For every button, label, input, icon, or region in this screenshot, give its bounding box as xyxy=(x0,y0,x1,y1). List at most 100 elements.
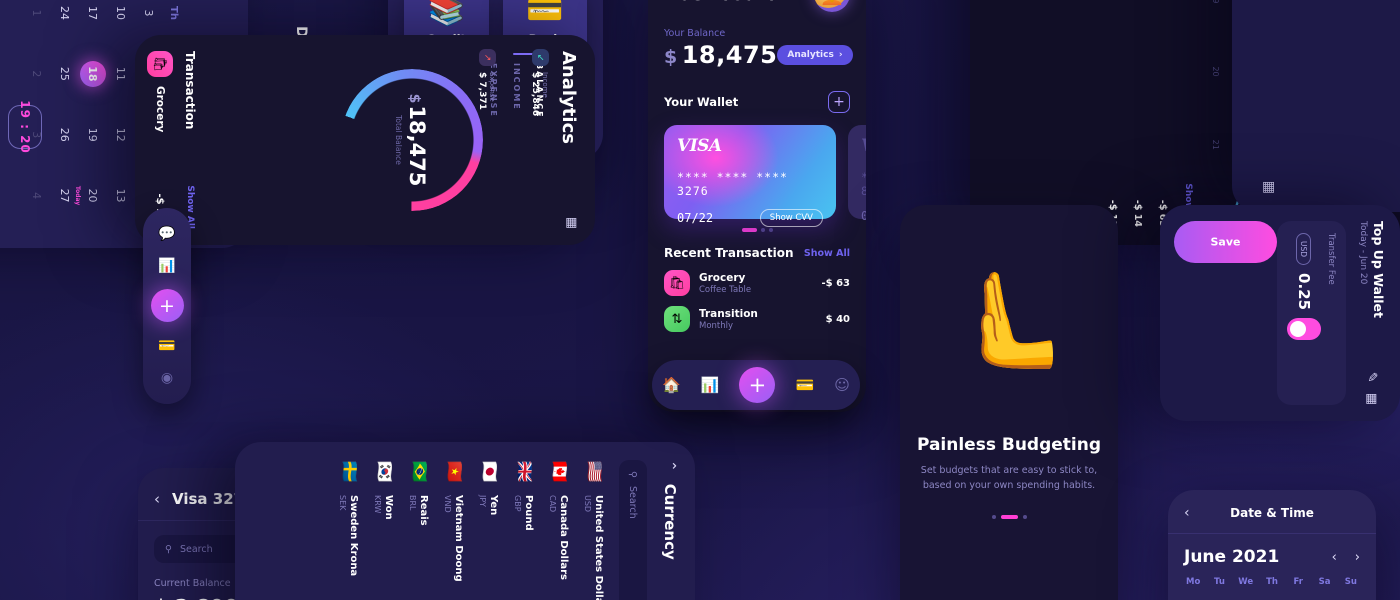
add-card-button[interactable]: + xyxy=(828,91,850,113)
transaction-list[interactable]: Coffee Table-$ 63Carton Pack-$ 14Cardsto… xyxy=(1100,0,1175,227)
currency-code-pill[interactable]: USD xyxy=(1296,233,1312,266)
currency-name: Canada Dollars xyxy=(558,495,569,580)
calendar-day-number: 19 xyxy=(86,127,100,142)
currency-name: Vietnam Doong xyxy=(453,495,464,582)
chevron-left-icon[interactable]: ‹ xyxy=(1332,550,1337,565)
chat-icon[interactable]: 💬 xyxy=(158,226,175,242)
calendar-day-number: 25 xyxy=(58,66,72,81)
visa-card-secondary[interactable]: VISA **** **** **** 8891 07/24 xyxy=(848,125,866,223)
calendar-day[interactable]: 27 xyxy=(52,165,78,226)
wallet-card-carousel[interactable]: VISA **** **** **** 3276 07/22 Show CVV … xyxy=(664,125,866,227)
calendar-day[interactable]: 20 Today xyxy=(74,165,106,226)
calendar-day[interactable]: 25 xyxy=(52,43,78,104)
table-row[interactable]: Coffee Table-$ 63 xyxy=(1150,0,1175,227)
stats-icon[interactable]: 📊 xyxy=(701,376,720,394)
datetime-month: June 2021 xyxy=(1184,547,1280,567)
fee-toggle[interactable] xyxy=(1287,318,1321,341)
list-item[interactable]: 🇸🇪 Sweden Krona SEK xyxy=(331,460,366,600)
card-icon[interactable]: ▦ xyxy=(1261,181,1277,194)
dot[interactable] xyxy=(991,515,996,520)
dot[interactable] xyxy=(760,228,765,232)
search-input[interactable]: ⚲ Search xyxy=(619,460,647,600)
table-row[interactable]: Carton Pack-$ 14 xyxy=(1125,0,1150,227)
chevron-up-icon[interactable]: ⌃ xyxy=(662,460,678,472)
topup-title: Top Up Wallet xyxy=(1371,221,1386,319)
stats-icon[interactable]: 📊 xyxy=(158,258,175,274)
save-button[interactable]: Save xyxy=(1174,221,1277,263)
onboarding-dots[interactable] xyxy=(900,515,1118,520)
avatar[interactable]: 👱 xyxy=(814,0,850,12)
calendar-day[interactable]: 19 xyxy=(80,104,106,165)
calendar-day[interactable]: 17 xyxy=(80,0,106,43)
edit-icon[interactable]: ✎ xyxy=(1365,372,1380,383)
calendar-day[interactable]: 12 xyxy=(108,104,134,165)
list-item[interactable]: 🇧🇷 Reais BRL xyxy=(401,460,436,600)
currency-symbol: $ xyxy=(664,46,678,68)
add-icon[interactable]: + xyxy=(739,367,776,403)
list-item[interactable]: 🇬🇧 Pound GBP xyxy=(506,460,541,600)
analytics-title: Analytics xyxy=(558,51,579,144)
save-button-label: Save xyxy=(1210,235,1241,249)
dot[interactable] xyxy=(768,228,773,232)
chevron-right-icon[interactable]: › xyxy=(1355,550,1360,565)
visa-card-primary[interactable]: VISA **** **** **** 3276 07/22 Show CVV xyxy=(664,125,836,227)
calendar-day[interactable]: 18 xyxy=(80,43,106,104)
wallet-label: Your Wallet xyxy=(664,95,739,109)
flag-icon: 🇰🇷 xyxy=(374,461,394,483)
profile-icon[interactable]: ☺ xyxy=(834,376,850,394)
list-item[interactable]: 🇺🇸 United States Dollar USD xyxy=(576,460,611,600)
table-row[interactable]: Cardstock-$ 11 xyxy=(1100,0,1125,227)
show-cvv-button[interactable]: Show CVV xyxy=(759,209,823,227)
calendar-day[interactable]: 13 xyxy=(108,165,134,226)
carousel-dots[interactable] xyxy=(664,228,850,232)
calendar-day[interactable]: 24 xyxy=(52,0,78,43)
show-all-link[interactable]: Show All xyxy=(804,248,850,259)
currency-title: Currency xyxy=(661,483,679,560)
transaction-name: Grocery xyxy=(699,271,746,284)
wallet-icon[interactable]: 💳 xyxy=(158,338,175,354)
currency-name: Reais xyxy=(418,495,429,526)
flag-icon: 🇻🇳 xyxy=(444,461,464,483)
calendar-day[interactable]: 1 xyxy=(24,0,50,43)
dot[interactable] xyxy=(1022,515,1027,520)
currency-list[interactable]: 🇺🇸 United States Dollar USD 🇨🇦 Canada Dollar… xyxy=(331,460,611,600)
search-placeholder: Search xyxy=(179,543,213,555)
flag-icon: 🇯🇵 xyxy=(479,461,499,483)
table-row[interactable]: ⇅ Transition Monthly $ 40 xyxy=(664,306,850,332)
toggle-icon[interactable]: ◉ xyxy=(161,370,173,386)
calendar-day[interactable]: 10 xyxy=(108,0,134,43)
flag-icon: 🇨🇦 xyxy=(549,461,569,483)
dot-active[interactable] xyxy=(1000,515,1018,520)
list-item[interactable]: 🇯🇵 Yen JPY xyxy=(471,460,506,600)
calendar-day[interactable]: 11 xyxy=(108,43,134,104)
table-row[interactable]: 🛍 Grocery Coffee Table -$ 63 xyxy=(664,270,850,296)
chevron-left-icon[interactable]: ‹ xyxy=(154,490,160,508)
time-chip[interactable]: 19 : 20 xyxy=(8,100,42,154)
balance-amount: $18,475 xyxy=(664,41,777,69)
wallet-icon[interactable]: 💳 xyxy=(796,376,815,394)
table-row[interactable]: 🛍 Grocery -$ 190 xyxy=(147,51,173,229)
datetime-dow: Th xyxy=(1266,577,1278,587)
chevron-left-icon[interactable]: ‹ xyxy=(1184,505,1190,521)
transaction-name: Transition xyxy=(699,307,758,320)
transaction-name: Grocery xyxy=(154,86,166,133)
list-item[interactable]: 🇨🇦 Canada Dollars CAD xyxy=(541,460,576,600)
side-nav-rail[interactable]: 💬 📊 + 💳 ◉ xyxy=(143,208,191,404)
home-icon[interactable]: 🏠 xyxy=(662,376,681,394)
add-icon[interactable]: + xyxy=(150,289,184,323)
calendar-day[interactable]: 4 xyxy=(24,165,50,226)
calendar-day[interactable]: 2 xyxy=(24,43,50,104)
books-cards-icon: 📚 xyxy=(427,0,465,28)
card-expiry: 07/22 xyxy=(677,211,714,225)
card-icon[interactable]: ▦ xyxy=(1365,393,1380,405)
list-item[interactable]: 🇻🇳 Vietnam Doong VND xyxy=(436,460,471,600)
dot-active[interactable] xyxy=(741,228,757,232)
card-number: **** **** **** 3276 xyxy=(677,170,788,198)
analytics-button[interactable]: Analytics › xyxy=(777,45,853,65)
card-icon[interactable]: ▦ xyxy=(564,217,579,229)
datetime-dow: Su xyxy=(1344,577,1357,587)
bottom-tabbar[interactable]: 🏠 📊 + 💳 ☺ xyxy=(652,360,860,410)
calendar-day[interactable]: 26 xyxy=(52,104,78,165)
list-item[interactable]: 🇰🇷 Won KRW xyxy=(366,460,401,600)
onboarding-panel: 🫷 Painless Budgeting Set budgets that ar… xyxy=(900,205,1118,600)
